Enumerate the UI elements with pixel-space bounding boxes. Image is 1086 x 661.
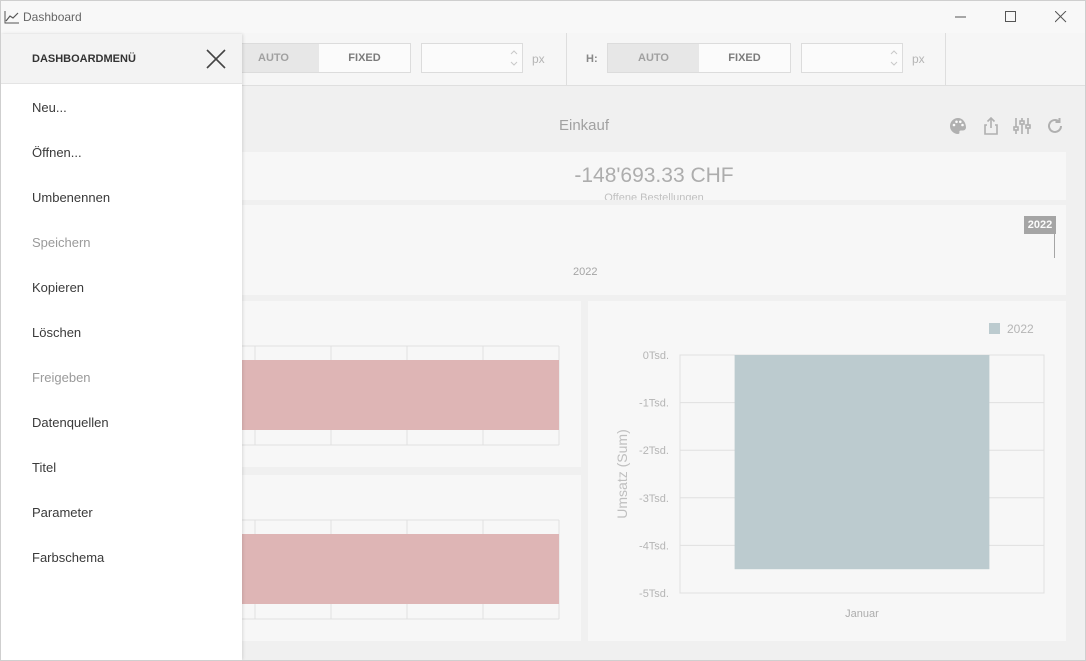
menu-item-new[interactable]: Neu... (32, 100, 67, 115)
menu-item-parameters[interactable]: Parameter (32, 505, 93, 520)
menu-header: DASHBOARDMENÜ (1, 34, 242, 84)
menu-item-colorscheme[interactable]: Farbschema (32, 550, 104, 565)
minimize-button[interactable] (937, 1, 985, 33)
maximize-button[interactable] (987, 1, 1035, 33)
menu-item-copy[interactable]: Kopieren (32, 280, 84, 295)
menu-title: DASHBOARDMENÜ (32, 53, 136, 65)
dashboard-menu: DASHBOARDMENÜ Neu... Öffnen... Umbenenne… (1, 34, 242, 660)
menu-item-share[interactable]: Freigeben (32, 370, 91, 385)
menu-item-datasources[interactable]: Datenquellen (32, 415, 109, 430)
close-menu-icon[interactable] (204, 47, 228, 71)
maximize-icon (1005, 11, 1016, 22)
close-window-button[interactable] (1037, 1, 1085, 33)
minimize-icon (955, 16, 966, 18)
chart-line-icon (4, 11, 19, 24)
title-bar: Dashboard (1, 1, 1085, 33)
menu-item-rename[interactable]: Umbenennen (32, 190, 110, 205)
close-icon (1055, 11, 1067, 23)
menu-item-open[interactable]: Öffnen... (32, 145, 82, 160)
menu-item-save[interactable]: Speichern (32, 235, 91, 250)
menu-item-delete[interactable]: Löschen (32, 325, 81, 340)
menu-item-title[interactable]: Titel (32, 460, 56, 475)
app-window: Dashboard AUTO FIXED px H: AUTO FIXED px… (0, 0, 1086, 661)
window-title: Dashboard (23, 10, 82, 24)
